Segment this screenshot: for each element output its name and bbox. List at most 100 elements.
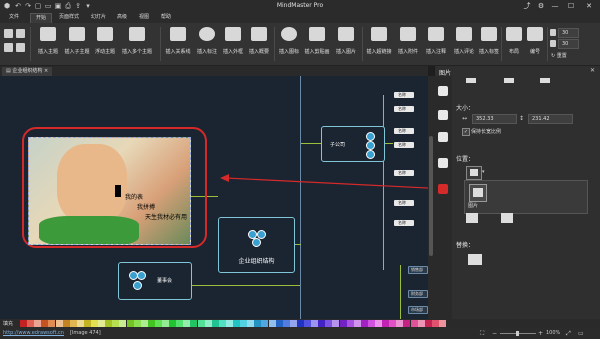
popup-option[interactable] xyxy=(469,184,487,202)
color-swatch[interactable] xyxy=(105,320,113,327)
color-swatch[interactable] xyxy=(325,320,333,327)
color-swatch[interactable] xyxy=(311,320,319,327)
color-swatch[interactable] xyxy=(332,320,340,327)
color-swatch[interactable] xyxy=(375,320,382,327)
color-swatch[interactable] xyxy=(360,320,368,327)
color-swatch[interactable] xyxy=(55,320,63,327)
color-swatch[interactable] xyxy=(183,320,191,327)
outline-icon[interactable] xyxy=(438,132,448,142)
color-swatch[interactable] xyxy=(396,320,404,327)
align-center-icon[interactable] xyxy=(504,78,514,83)
color-swatch[interactable] xyxy=(417,320,425,327)
color-swatch[interactable] xyxy=(389,320,397,327)
brush-icon[interactable] xyxy=(501,213,513,223)
color-swatch[interactable] xyxy=(62,320,70,327)
color-swatch[interactable] xyxy=(247,320,255,327)
color-swatch[interactable] xyxy=(162,320,169,327)
color-swatch[interactable] xyxy=(431,320,439,327)
replace-label: 替换： xyxy=(456,242,475,249)
zoom-slider-handle[interactable] xyxy=(516,331,519,336)
keep-ratio-label: 保持长宽比例 xyxy=(471,129,502,135)
color-swatch[interactable] xyxy=(211,320,219,327)
color-swatch[interactable] xyxy=(275,320,283,327)
color-swatch[interactable] xyxy=(268,320,276,327)
color-swatch[interactable] xyxy=(126,320,134,327)
color-swatch[interactable] xyxy=(339,320,347,327)
color-swatch[interactable] xyxy=(20,320,27,327)
color-swatch[interactable] xyxy=(225,320,233,327)
color-swatch[interactable] xyxy=(190,320,198,327)
fullscreen-icon[interactable]: ⤢ xyxy=(566,330,571,338)
color-swatch[interactable] xyxy=(289,320,297,327)
align-right-icon[interactable] xyxy=(540,78,550,83)
keep-ratio-checkbox[interactable]: ✓ xyxy=(462,128,470,136)
replace-image-icon[interactable] xyxy=(468,254,482,265)
selection-info: [Image 474] xyxy=(70,330,101,336)
height-input[interactable]: 231.42 xyxy=(528,114,573,124)
zoom-level: 100% xyxy=(546,330,561,336)
color-swatch[interactable] xyxy=(76,320,84,327)
color-swatch[interactable] xyxy=(98,320,106,327)
popup-option-label: 图片 xyxy=(468,203,479,209)
color-swatch[interactable] xyxy=(83,320,91,327)
color-swatch[interactable] xyxy=(424,320,432,327)
presentation-icon[interactable]: ▭ xyxy=(578,330,584,337)
website-link[interactable]: http://www.edrawsoft.cn xyxy=(3,330,64,336)
color-swatch[interactable] xyxy=(346,320,354,327)
image-style-icon[interactable] xyxy=(466,213,478,223)
width-input[interactable]: 352.33 xyxy=(472,114,517,124)
panel-close-icon[interactable]: ✕ xyxy=(590,67,595,74)
color-swatch[interactable] xyxy=(176,320,184,327)
color-swatch[interactable] xyxy=(154,320,162,327)
mark-panel-icon[interactable] xyxy=(438,158,448,168)
color-swatch[interactable] xyxy=(403,320,411,327)
color-swatch[interactable] xyxy=(438,320,446,327)
size-label: 大小： xyxy=(456,105,475,112)
color-swatch[interactable] xyxy=(133,320,141,327)
color-swatch[interactable] xyxy=(382,320,390,327)
height-icon: ↕ xyxy=(519,115,525,122)
color-swatch[interactable] xyxy=(261,320,269,327)
align-left-icon[interactable] xyxy=(466,78,476,83)
color-swatch[interactable] xyxy=(112,320,120,327)
image-position-icon xyxy=(473,188,483,197)
color-swatch[interactable] xyxy=(367,320,375,327)
color-swatch[interactable] xyxy=(197,320,205,327)
position-dropdown[interactable] xyxy=(466,166,482,180)
color-swatch[interactable] xyxy=(218,320,226,327)
zoom-out-icon[interactable]: − xyxy=(492,330,497,337)
color-swatch[interactable] xyxy=(41,320,49,327)
color-swatch[interactable] xyxy=(282,320,290,327)
color-swatch[interactable] xyxy=(34,320,42,327)
color-swatch[interactable] xyxy=(69,320,77,327)
scrollbar-thumb[interactable] xyxy=(429,136,433,256)
image-panel-icon[interactable] xyxy=(438,184,448,194)
paint-bucket-icon[interactable] xyxy=(438,86,448,96)
color-swatch[interactable] xyxy=(353,320,361,327)
color-swatch[interactable] xyxy=(240,320,248,327)
color-swatch[interactable] xyxy=(233,320,240,327)
chevron-down-icon[interactable]: ▾ xyxy=(482,169,485,175)
color-swatch[interactable] xyxy=(410,320,418,327)
color-swatch[interactable] xyxy=(119,320,127,327)
position-label: 位置： xyxy=(456,156,475,163)
color-swatch[interactable] xyxy=(204,320,212,327)
image-position-icon xyxy=(470,169,478,176)
color-swatch[interactable] xyxy=(304,320,311,327)
color-swatch[interactable] xyxy=(140,320,148,327)
color-swatch[interactable] xyxy=(296,320,304,327)
fit-page-icon[interactable]: ⛶ xyxy=(480,330,484,338)
color-swatch[interactable] xyxy=(48,320,56,327)
color-swatch[interactable] xyxy=(27,320,35,327)
panel-tab-strip xyxy=(434,76,452,319)
width-icon: ↔ xyxy=(462,115,468,122)
color-swatch[interactable] xyxy=(147,320,155,327)
color-swatch[interactable] xyxy=(318,320,326,327)
fill-label: 填充 xyxy=(3,321,14,327)
zoom-in-icon[interactable]: + xyxy=(538,330,543,337)
layout-panel-icon[interactable] xyxy=(438,110,448,120)
color-swatch[interactable] xyxy=(169,320,177,327)
color-swatch[interactable] xyxy=(91,320,98,327)
color-palette-bar: 填充 xyxy=(0,319,600,328)
color-swatch[interactable] xyxy=(254,320,262,327)
